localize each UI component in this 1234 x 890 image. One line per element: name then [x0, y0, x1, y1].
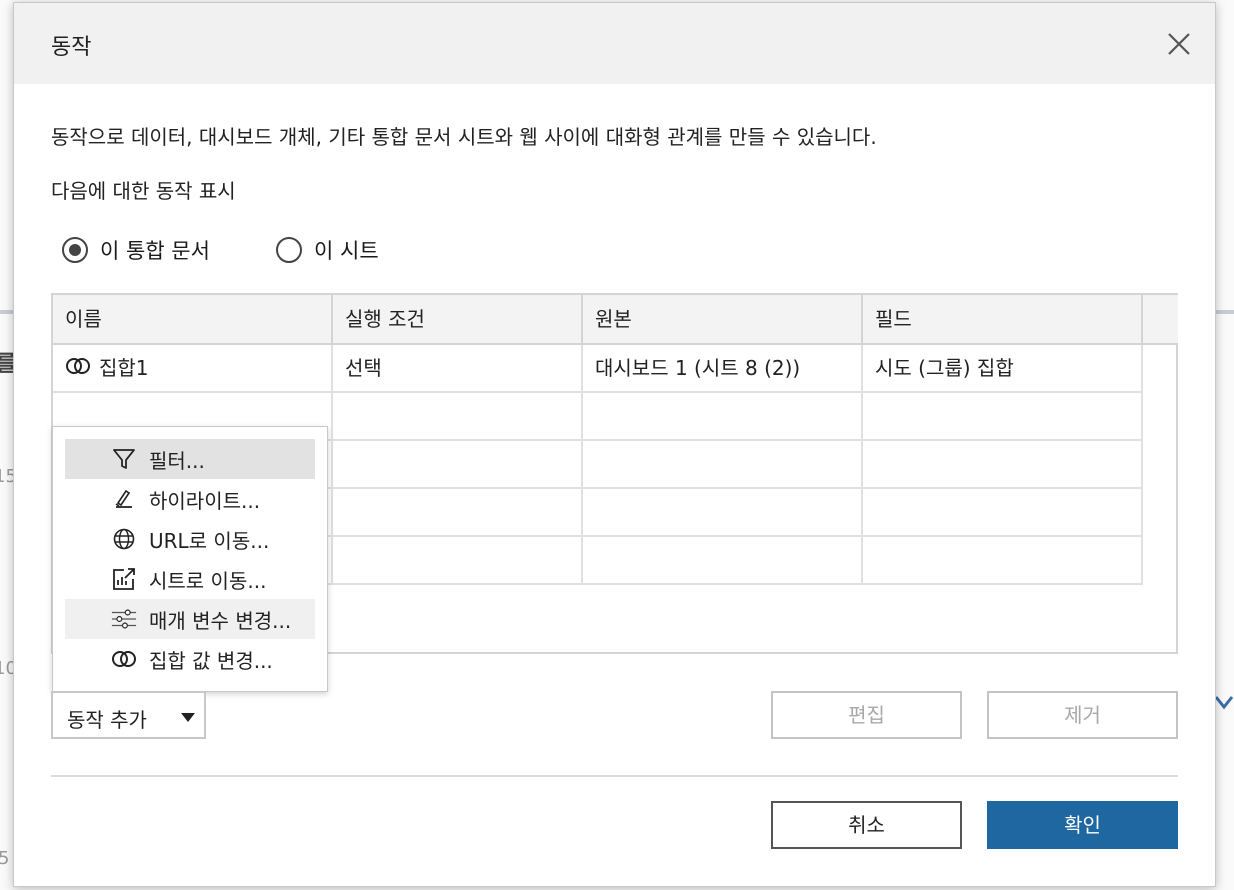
column-header-source[interactable]: 원본: [583, 295, 863, 343]
add-action-menu: 필터... 하이라이트... URL로 이동... 시트로 이동... 매개 변…: [52, 426, 328, 692]
radio-this-sheet[interactable]: 이 시트: [276, 235, 379, 265]
highlight-pen-icon: [111, 486, 137, 512]
empty-cell: [333, 537, 583, 583]
menu-item-highlight[interactable]: 하이라이트...: [65, 479, 315, 519]
ok-button[interactable]: 확인: [987, 801, 1178, 849]
show-actions-for-label: 다음에 대한 동작 표시: [51, 179, 236, 203]
sliders-icon: [111, 606, 137, 632]
radio-label: 이 시트: [314, 239, 379, 263]
add-action-button[interactable]: 동작 추가: [51, 691, 206, 739]
menu-item-label: 매개 변수 변경...: [149, 608, 292, 633]
menu-item-go-to-sheet[interactable]: 시트로 이동...: [65, 559, 315, 599]
cancel-button[interactable]: 취소: [771, 801, 962, 849]
globe-icon: [111, 526, 137, 552]
menu-item-label: 하이라이트...: [149, 488, 261, 513]
column-header-spacer: [1143, 295, 1178, 343]
edit-button[interactable]: 편집: [771, 691, 962, 739]
column-header-trigger[interactable]: 실행 조건: [333, 295, 583, 343]
radio-this-workbook[interactable]: 이 통합 문서: [62, 235, 210, 265]
column-header-name[interactable]: 이름: [53, 295, 333, 343]
add-action-label: 동작 추가: [67, 708, 147, 732]
dialog-titlebar: 동작: [14, 3, 1215, 84]
dialog-title: 동작: [51, 35, 92, 60]
radio-circle-selected: [62, 237, 88, 263]
empty-cell: [583, 393, 863, 439]
menu-item-change-set-values[interactable]: 집합 값 변경...: [65, 639, 315, 679]
action-name: 집합1: [99, 356, 149, 380]
menu-item-filter[interactable]: 필터...: [65, 439, 315, 479]
empty-cell: [333, 489, 583, 535]
menu-item-go-to-url[interactable]: URL로 이동...: [65, 519, 315, 559]
remove-button[interactable]: 제거: [987, 691, 1178, 739]
cell-field: 시도 (그룹) 집합: [863, 345, 1143, 391]
empty-cell: [333, 393, 583, 439]
empty-cell: [583, 489, 863, 535]
filter-icon: [111, 446, 137, 472]
go-to-sheet-icon: [111, 566, 137, 592]
empty-cell: [583, 537, 863, 583]
column-header-field[interactable]: 필드: [863, 295, 1143, 343]
radio-circle: [276, 237, 302, 263]
empty-cell: [863, 441, 1143, 487]
table-header: 이름 실행 조건 원본 필드: [53, 295, 1178, 345]
set-icon: [111, 646, 137, 672]
empty-cell: [863, 537, 1143, 583]
cell-name: 집합1: [53, 345, 333, 391]
menu-item-label: 필터...: [149, 448, 205, 473]
cell-source: 대시보드 1 (시트 8 (2)): [583, 345, 863, 391]
dropdown-arrow-icon: [181, 713, 195, 722]
cell-trigger: 선택: [333, 345, 583, 391]
actions-dialog: 동작 동작으로 데이터, 대시보드 개체, 기타 통합 문서 시트와 웹 사이에…: [13, 2, 1216, 887]
menu-item-label: 시트로 이동...: [149, 568, 267, 593]
empty-cell: [333, 441, 583, 487]
set-icon: [65, 347, 91, 393]
menu-item-label: URL로 이동...: [149, 528, 270, 553]
table-row[interactable]: 집합1 선택 대시보드 1 (시트 8 (2)) 시도 (그룹) 집합: [53, 345, 1143, 393]
menu-item-change-parameter[interactable]: 매개 변수 변경...: [65, 599, 315, 639]
chevron-down-icon: [1214, 690, 1234, 720]
empty-cell: [863, 489, 1143, 535]
empty-cell: [863, 393, 1143, 439]
radio-label: 이 통합 문서: [100, 239, 210, 263]
close-icon[interactable]: [1164, 29, 1194, 59]
empty-cell: [583, 441, 863, 487]
dialog-description: 동작으로 데이터, 대시보드 개체, 기타 통합 문서 시트와 웹 사이에 대화…: [51, 125, 877, 149]
background-text: 5: [0, 848, 10, 869]
menu-item-label: 집합 값 변경...: [149, 648, 273, 673]
footer-divider: [51, 775, 1178, 777]
